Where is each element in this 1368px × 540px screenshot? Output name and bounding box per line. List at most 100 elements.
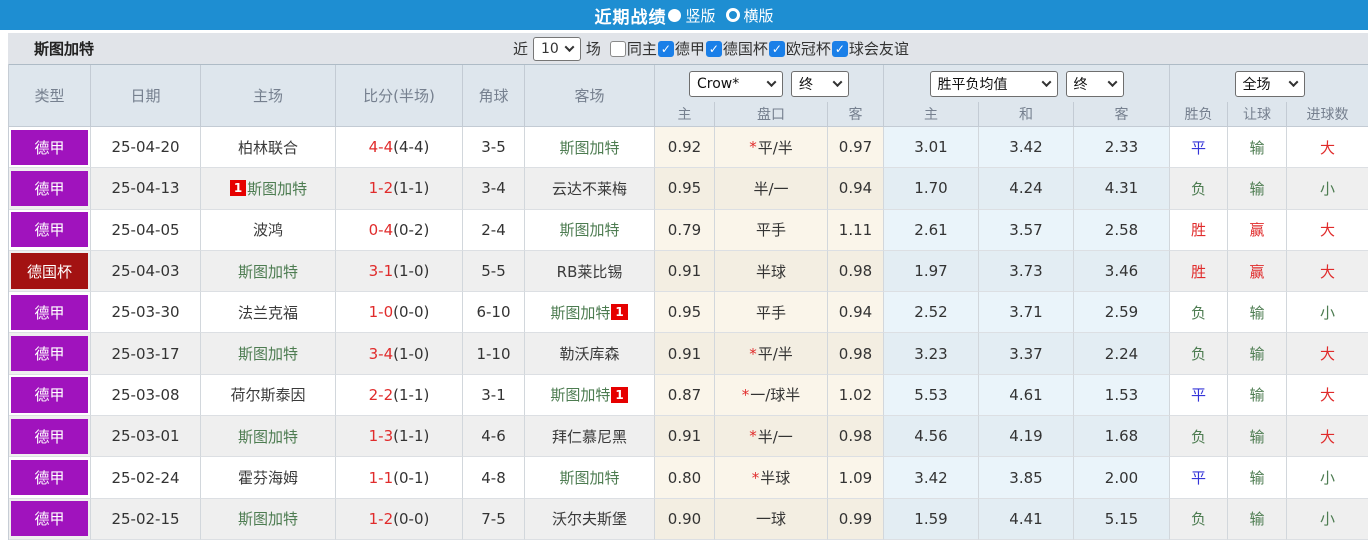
cell-home-team: 斯图加特 bbox=[201, 333, 336, 375]
handicap-text: 一/球半 bbox=[750, 386, 801, 405]
team-name: 斯图加特 bbox=[237, 262, 298, 281]
cell-result-goals: 大 bbox=[1287, 127, 1368, 169]
result-text: 胜 bbox=[1190, 221, 1206, 240]
cell-league: 德甲 bbox=[9, 209, 91, 251]
chevron-down-icon bbox=[564, 42, 575, 53]
cell-crow-away-odds: 0.98 bbox=[828, 333, 884, 375]
cell-away-team: 云达不莱梅 bbox=[525, 168, 655, 210]
team-name: 拜仁慕尼黑 bbox=[551, 427, 627, 446]
time-select-1[interactable]: 终 bbox=[791, 70, 849, 97]
cell-away-team: 斯图加特 bbox=[525, 457, 655, 499]
league-badge: 德甲 bbox=[11, 212, 88, 248]
team-name: 斯图加特 bbox=[237, 345, 298, 364]
cell-crow-home-odds: 0.87 bbox=[655, 374, 715, 417]
cell-crow-home-odds: 0.79 bbox=[655, 209, 715, 251]
odds-select-group: 胜平负均值 终 bbox=[884, 65, 1170, 102]
checkbox-checked-icon[interactable]: ✓ bbox=[705, 40, 722, 57]
table-row: 德甲 25-03-01 斯图加特 1-3 (1-1) 4-6 拜仁慕尼黑 0.91 * 半/一 0.… bbox=[9, 416, 1368, 458]
radio-vertical-layout[interactable]: 竖版 bbox=[668, 5, 716, 26]
cell-avg-draw-odds: 4.24 bbox=[979, 168, 1074, 210]
result-text: 输 bbox=[1249, 303, 1265, 322]
cell-result-handicap: 输 bbox=[1228, 498, 1287, 540]
time-select-2[interactable]: 终 bbox=[1065, 70, 1124, 97]
bookmaker-select[interactable]: Crow* bbox=[689, 70, 783, 97]
col-header-score: 比分(半场) bbox=[336, 65, 463, 127]
cell-result-goals: 大 bbox=[1287, 374, 1368, 417]
cell-away-team: 拜仁慕尼黑 bbox=[525, 416, 655, 458]
table-row: 德甲 25-03-08 荷尔斯泰因 2-2 (1-1) 3-1 斯图加特 1 0.87 * 一/球半… bbox=[9, 374, 1368, 417]
league-badge: 德甲 bbox=[11, 129, 88, 165]
cell-score: 0-4 (0-2) bbox=[336, 209, 463, 251]
subcol-header-result-wdl: 胜负 bbox=[1170, 102, 1228, 127]
cell-away-team: 斯图加特 bbox=[525, 127, 655, 169]
cell-handicap-line: 平手 bbox=[715, 209, 828, 251]
team-name: 霍芬海姆 bbox=[237, 469, 298, 488]
league-badge: 德甲 bbox=[11, 294, 88, 330]
cell-away-team: 沃尔夫斯堡 bbox=[525, 498, 655, 540]
cell-corners: 5-5 bbox=[463, 250, 525, 293]
cell-score: 1-2 (0-0) bbox=[336, 498, 463, 540]
red-card-badge: 1 bbox=[611, 304, 628, 321]
filter-label: 德甲 bbox=[674, 40, 705, 58]
team-name: 沃尔夫斯堡 bbox=[551, 510, 627, 529]
col-header-home-team: 主场 bbox=[201, 65, 336, 127]
cell-avg-away-odds: 1.68 bbox=[1074, 416, 1170, 458]
team-name: 斯图加特 bbox=[237, 510, 298, 529]
cell-score: 1-3 (1-1) bbox=[336, 416, 463, 458]
cell-result-wdl: 负 bbox=[1170, 292, 1228, 334]
cell-home-team: 波鸿 bbox=[201, 209, 336, 251]
filter-label: 同主 bbox=[626, 40, 657, 58]
table-row: 德甲 25-04-13 1 斯图加特 1-2 (1-1) 3-4 云达不莱梅 0.95 半/一 0.… bbox=[9, 168, 1368, 210]
cell-crow-away-odds: 0.99 bbox=[828, 498, 884, 540]
radio-horizontal-layout[interactable]: 横版 bbox=[725, 5, 774, 26]
cell-avg-win-odds: 5.53 bbox=[884, 374, 979, 417]
team-name: 勒沃库森 bbox=[559, 345, 620, 364]
cell-date: 25-02-15 bbox=[91, 498, 201, 540]
results-table: 类型 日期 主场 比分(半场) 角球 客场 Crow* 终胜平负均值终全场主盘口客主和客胜负让… bbox=[8, 64, 1368, 540]
filter-label: 球会友谊 bbox=[848, 40, 909, 58]
table-body: 德甲 25-04-20 柏林联合 4-4 (4-4) 3-5 斯图加特 0.92 * 平/半 0.9… bbox=[9, 127, 1368, 540]
odds-type-select[interactable]: 胜平负均值 bbox=[929, 70, 1058, 97]
result-text: 大 bbox=[1319, 386, 1335, 405]
games-label: 场 bbox=[585, 40, 601, 58]
cell-avg-win-odds: 3.23 bbox=[884, 333, 979, 375]
result-text: 赢 bbox=[1249, 221, 1265, 240]
league-badge: 德甲 bbox=[11, 377, 88, 413]
checkbox-unchecked-icon[interactable] bbox=[609, 40, 626, 57]
halftime-score: (1-0) bbox=[393, 262, 430, 281]
cell-handicap-line: 平手 bbox=[715, 292, 828, 334]
cell-corners: 7-5 bbox=[463, 498, 525, 540]
match-count-select[interactable]: 10 bbox=[533, 36, 581, 61]
result-text: 输 bbox=[1249, 469, 1265, 488]
cell-crow-away-odds: 0.97 bbox=[828, 127, 884, 169]
cell-corners: 3-5 bbox=[463, 127, 525, 169]
early-change-star: * bbox=[749, 427, 757, 446]
cell-result-wdl: 平 bbox=[1170, 457, 1228, 499]
period-select[interactable]: 全场 bbox=[1234, 70, 1305, 97]
cell-avg-win-odds: 1.70 bbox=[884, 168, 979, 210]
subcol-header-result-handicap: 让球 bbox=[1228, 102, 1287, 127]
checkbox-checked-icon[interactable]: ✓ bbox=[831, 40, 848, 57]
cell-avg-draw-odds: 3.71 bbox=[979, 292, 1074, 334]
result-text: 胜 bbox=[1190, 262, 1206, 281]
cell-league: 德甲 bbox=[9, 416, 91, 458]
team-name: 斯图加特 bbox=[559, 469, 620, 488]
early-change-star: * bbox=[749, 344, 757, 363]
table-row: 德甲 25-02-15 斯图加特 1-2 (0-0) 7-5 沃尔夫斯堡 0.90 一球 0.99… bbox=[9, 498, 1368, 540]
cell-crow-home-odds: 0.95 bbox=[655, 292, 715, 334]
team-name: 法兰克福 bbox=[237, 303, 298, 322]
checkbox-checked-icon[interactable]: ✓ bbox=[768, 40, 785, 57]
checkbox-checked-icon[interactable]: ✓ bbox=[657, 40, 674, 57]
cell-avg-draw-odds: 3.57 bbox=[979, 209, 1074, 251]
cell-home-team: 斯图加特 bbox=[201, 250, 336, 293]
team-name: RB莱比锡 bbox=[556, 262, 623, 281]
red-card-badge: 1 bbox=[229, 180, 247, 197]
team-name: 云达不莱梅 bbox=[551, 179, 627, 198]
cell-date: 25-02-24 bbox=[91, 457, 201, 499]
cell-avg-win-odds: 4.56 bbox=[884, 416, 979, 458]
cell-home-team: 斯图加特 bbox=[201, 498, 336, 540]
cell-away-team: RB莱比锡 bbox=[525, 250, 655, 293]
cell-corners: 3-4 bbox=[463, 168, 525, 210]
chevron-down-icon bbox=[832, 77, 843, 88]
odds-header-section: Crow* 终胜平负均值终全场主盘口客主和客胜负 让球 进球数 bbox=[655, 65, 1368, 127]
